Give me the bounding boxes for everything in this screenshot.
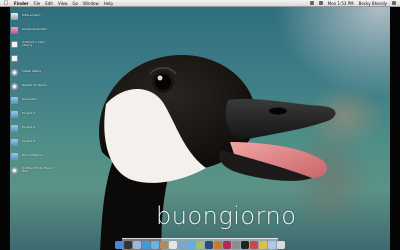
disc-icon (11, 68, 18, 76)
menu-clock[interactable]: Mon 1:53 PM (328, 1, 354, 6)
desktop-icon-label: Untitled 1 Lady Liberty (22, 39, 45, 47)
desktop-icon[interactable]: Untitled Folder Book Bits (11, 164, 55, 176)
menu-go[interactable]: Go (72, 1, 78, 6)
desktop-icon-label: HD Untitled 2 (22, 153, 43, 158)
volume-icon[interactable] (318, 1, 323, 5)
trash-dock-icon[interactable] (277, 241, 285, 249)
menu-extras: Mon 1:53 PM Becky Bhondy (305, 1, 400, 6)
itunes-dock-icon[interactable] (187, 241, 195, 249)
menu-finder[interactable]: Finder (14, 1, 29, 6)
desktop: OSXLeopard Adobe Illustrator Untitled 1 … (0, 7, 400, 250)
iphoto-dock-icon[interactable] (196, 241, 204, 249)
folder-icon (11, 96, 18, 104)
app-b-dock-icon[interactable] (259, 241, 267, 249)
ichat-dock-icon[interactable] (151, 241, 159, 249)
desktop-icon-label: Reveal for Items (22, 83, 47, 88)
mail-dock-icon[interactable] (133, 241, 141, 249)
folder-icon (11, 110, 18, 118)
desktop-icon-label: Untitled Folder Book Bits (22, 165, 53, 173)
desktop-icon-label: OSXLeopard (22, 13, 41, 18)
address-book-dock-icon[interactable] (160, 241, 168, 249)
desktop-icon-label: Install Media (22, 69, 41, 74)
desktop-icon[interactable]: Untitled 1 Lady Liberty (11, 38, 55, 50)
desktop-icon[interactable]: Project 1 (11, 108, 55, 120)
desktop-icon-column: OSXLeopard Adobe Illustrator Untitled 1 … (11, 10, 55, 178)
desktop-icon[interactable] (11, 52, 55, 64)
wifi-icon[interactable] (309, 1, 314, 5)
folder-icon (11, 152, 18, 160)
menu-file[interactable]: File (34, 1, 41, 6)
desktop-icon[interactable]: Adobe Illustrator (11, 24, 55, 36)
terminal-dock-icon[interactable] (241, 241, 249, 249)
menu-help[interactable]: Help (104, 1, 113, 6)
safari-dock-icon[interactable] (142, 241, 150, 249)
dashboard-dock-icon[interactable] (124, 241, 132, 249)
desktop-icon[interactable]: Project 2 (11, 122, 55, 134)
system-prefs-dock-icon[interactable] (232, 241, 240, 249)
desktop-icon[interactable]: OSXLeopard (11, 10, 55, 22)
desktop-icon[interactable]: Oversized (11, 94, 55, 106)
pink-app-icon (11, 26, 18, 34)
folder-icon (11, 124, 18, 132)
desktop-icon[interactable]: Reveal for Items (11, 80, 55, 92)
hard-drive-icon (11, 12, 18, 20)
disc-icon (11, 166, 18, 174)
spotlight-icon[interactable] (392, 1, 396, 5)
preview-dock-icon[interactable] (178, 241, 186, 249)
left-letterbox-bar (0, 7, 10, 250)
app-a-dock-icon[interactable] (250, 241, 258, 249)
disc-icon (11, 82, 18, 90)
desktop-icon[interactable]: HD Untitled 2 (11, 150, 55, 162)
screen:  Finder File Edit View Go Window Help M… (0, 0, 400, 250)
illustrator-dock-icon[interactable] (214, 241, 222, 249)
desktop-icon-label: Project 3 (22, 139, 36, 144)
indesign-dock-icon[interactable] (223, 241, 231, 249)
dock (115, 238, 285, 250)
wallpaper-greeting: buongiorno (156, 202, 297, 230)
desktop-icon[interactable]: Project 3 (11, 136, 55, 148)
photoshop-dock-icon[interactable] (205, 241, 213, 249)
ical-dock-icon[interactable] (169, 241, 177, 249)
menu-edit[interactable]: Edit (45, 1, 53, 6)
downloads-dock-icon[interactable] (268, 241, 276, 249)
desktop-icon-label: Project 2 (22, 125, 36, 130)
document-icon (11, 54, 18, 62)
document-icon (11, 40, 18, 48)
menu-window[interactable]: Window (83, 1, 99, 6)
finder-dock-icon[interactable] (115, 241, 123, 249)
right-letterbox-bar (390, 7, 400, 250)
menu-view[interactable]: View (58, 1, 68, 6)
desktop-icon[interactable]: Install Media (11, 66, 55, 78)
menu-user[interactable]: Becky Bhondy (359, 1, 387, 6)
desktop-icon-label: Project 1 (22, 111, 36, 116)
desktop-icon-label: Oversized (22, 97, 37, 102)
apple-menu-icon[interactable]:  (3, 0, 9, 6)
folder-icon (11, 138, 18, 146)
desktop-icon-label: Adobe Illustrator (22, 27, 47, 32)
menu-bar:  Finder File Edit View Go Window Help M… (0, 0, 400, 7)
